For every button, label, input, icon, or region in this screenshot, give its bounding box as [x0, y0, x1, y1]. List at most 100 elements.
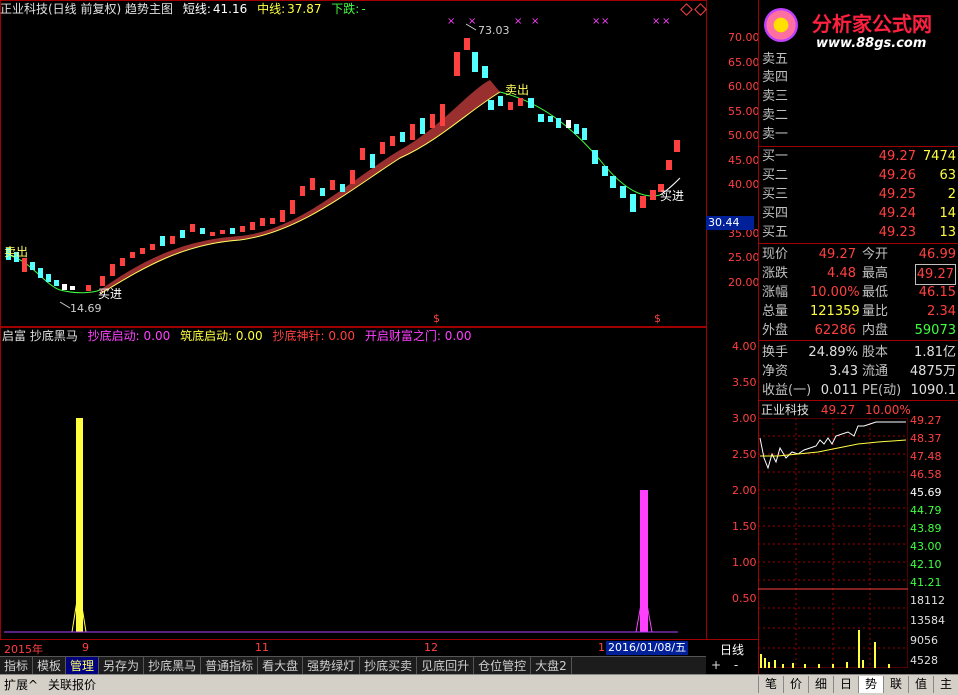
tab-template[interactable]: 模板 [33, 657, 67, 675]
indicator-tick: 2.00 [732, 484, 757, 497]
time-label: 1 [598, 641, 605, 654]
indicator-tick: 2.50 [732, 448, 757, 461]
quote-value: 10.00% [810, 285, 860, 300]
bid-label: 买四 [762, 206, 789, 221]
candlestick-chart[interactable]: × × × × × × × × 73.03 14.69 卖出 卖出 买进 买进 … [0, 0, 706, 326]
quote-label: 最高 [862, 266, 889, 281]
right-tab-link[interactable]: 联 [883, 676, 908, 693]
stats-label: 收益(一) [762, 383, 812, 398]
mini-tick: 41.21 [910, 576, 942, 589]
sell-signal-label: 卖出 [4, 245, 28, 259]
ask-label: 卖四 [762, 70, 789, 85]
dollar-marker: $ [433, 312, 440, 325]
tab-save-as[interactable]: 另存为 [99, 657, 145, 675]
zoom-out-button[interactable]: - [730, 657, 742, 673]
stats-label: 股本 [862, 345, 889, 360]
right-tab-day[interactable]: 日 [833, 676, 858, 693]
divider [758, 400, 958, 401]
expand-button[interactable]: 扩展^ [4, 675, 38, 695]
stats-label: PE(动) [862, 383, 902, 398]
bid-row[interactable]: 买二 49.26 63 [760, 168, 958, 184]
bid-row[interactable]: 买五 49.23 13 [760, 225, 958, 241]
price-tick: 65.00 [728, 56, 760, 69]
tab-market-2[interactable]: 大盘2 [531, 657, 572, 675]
mini-tick: 43.89 [910, 522, 942, 535]
bid-label: 买三 [762, 187, 789, 202]
bid-volume: 2 [947, 187, 956, 202]
bid-price: 49.25 [878, 187, 916, 202]
mini-vol-tick: 18112 [910, 594, 945, 607]
quote-row: 现价 49.27 今开 46.99 [760, 245, 958, 264]
tab-strong-green[interactable]: 强势绿灯 [303, 657, 361, 675]
indicator-tick: 3.00 [732, 412, 757, 425]
right-tab-main[interactable]: 主 [933, 676, 958, 693]
bid-volume: 13 [939, 225, 956, 240]
mini-chart-axis: 49.27 48.37 47.48 46.58 45.69 44.79 43.8… [908, 414, 958, 670]
quote-value: 62286 [814, 323, 856, 338]
stats-label: 流通 [862, 364, 889, 379]
bid-row[interactable]: 买一 49.27 7474 [760, 149, 958, 165]
ask-row[interactable]: 卖二 [760, 108, 958, 124]
bid-row[interactable]: 买三 49.25 2 [760, 187, 958, 203]
tab-manage[interactable]: 管理 [66, 657, 100, 675]
ask-row[interactable]: 卖三 [760, 89, 958, 105]
quote-value: 121359 [810, 304, 860, 319]
mini-chart-header: 正业科技 49.27 10.00% [761, 403, 911, 417]
bid-row[interactable]: 买四 49.24 14 [760, 206, 958, 222]
bid-volume: 14 [939, 206, 956, 221]
brand-url: www.88gs.com [816, 36, 927, 51]
sell-signal-label: 卖出 [505, 83, 529, 97]
indicator-tick: 3.50 [732, 376, 757, 389]
quote-label: 量比 [862, 304, 889, 319]
signal-marker: × [652, 16, 660, 27]
stats-value: 4875万 [909, 364, 956, 379]
mini-tick: 43.00 [910, 540, 942, 553]
flower-icon [764, 8, 798, 42]
right-tab-price[interactable]: 价 [783, 676, 808, 693]
bid-label: 买五 [762, 225, 789, 240]
mini-tick: 47.48 [910, 450, 942, 463]
stats-label: 净资 [762, 364, 789, 379]
related-quote-button[interactable]: 关联报价 [48, 675, 96, 695]
mini-vol-tick: 4528 [910, 654, 938, 667]
tab-bottom-horse[interactable]: 抄底黑马 [144, 657, 202, 675]
zoom-in-button[interactable]: + [710, 657, 722, 673]
buy-signal-label: 买进 [660, 189, 684, 203]
buy-signal-label: 买进 [98, 287, 122, 301]
quote-label: 现价 [762, 247, 789, 262]
divider [758, 340, 958, 341]
divider [758, 146, 958, 147]
quote-label: 最低 [862, 285, 889, 300]
mini-tick: 42.10 [910, 558, 942, 571]
mini-vol-tick: 9056 [910, 634, 938, 647]
ask-row[interactable]: 卖一 [760, 127, 958, 143]
quote-label: 涨幅 [762, 285, 789, 300]
indicator-tabbar: 指标 模板 管理 另存为 抄底黑马 普通指标 看大盘 强势绿灯 抄底买卖 见底回… [0, 656, 706, 675]
right-tab-value[interactable]: 值 [908, 676, 933, 693]
price-tick: 45.00 [728, 154, 760, 167]
right-tab-detail[interactable]: 细 [808, 676, 833, 693]
bid-price: 49.24 [878, 206, 916, 221]
tab-position-control[interactable]: 仓位管控 [474, 657, 532, 675]
tab-bottom-trade[interactable]: 抄底买卖 [360, 657, 418, 675]
tab-market-view[interactable]: 看大盘 [258, 657, 304, 675]
ask-row[interactable]: 卖四 [760, 70, 958, 86]
tab-bottom-rebound[interactable]: 见底回升 [417, 657, 475, 675]
right-tab-tick[interactable]: 笔 [758, 676, 783, 693]
right-tab-trend[interactable]: 势 [858, 676, 883, 693]
price-tick: 55.00 [728, 105, 760, 118]
mini-vol-tick: 13584 [910, 614, 945, 627]
intraday-chart[interactable] [758, 418, 908, 668]
period-label[interactable]: 日线 [720, 641, 744, 658]
time-axis: 2015年 9 11 12 1 2016/01/08/五 日线 [0, 639, 758, 657]
indicator-chart[interactable] [0, 326, 706, 638]
bid-price: 49.26 [878, 168, 916, 183]
quote-value: 4.48 [827, 266, 856, 281]
quote-label: 涨跌 [762, 266, 789, 281]
tab-indicator[interactable]: 指标 [0, 657, 34, 675]
mini-tick: 44.79 [910, 504, 942, 517]
mini-tick: 46.58 [910, 468, 942, 481]
ask-row[interactable]: 卖五 [760, 52, 958, 68]
tab-normal-indicator[interactable]: 普通指标 [201, 657, 259, 675]
quote-row: 外盘 62286 内盘 59073 [760, 321, 958, 340]
